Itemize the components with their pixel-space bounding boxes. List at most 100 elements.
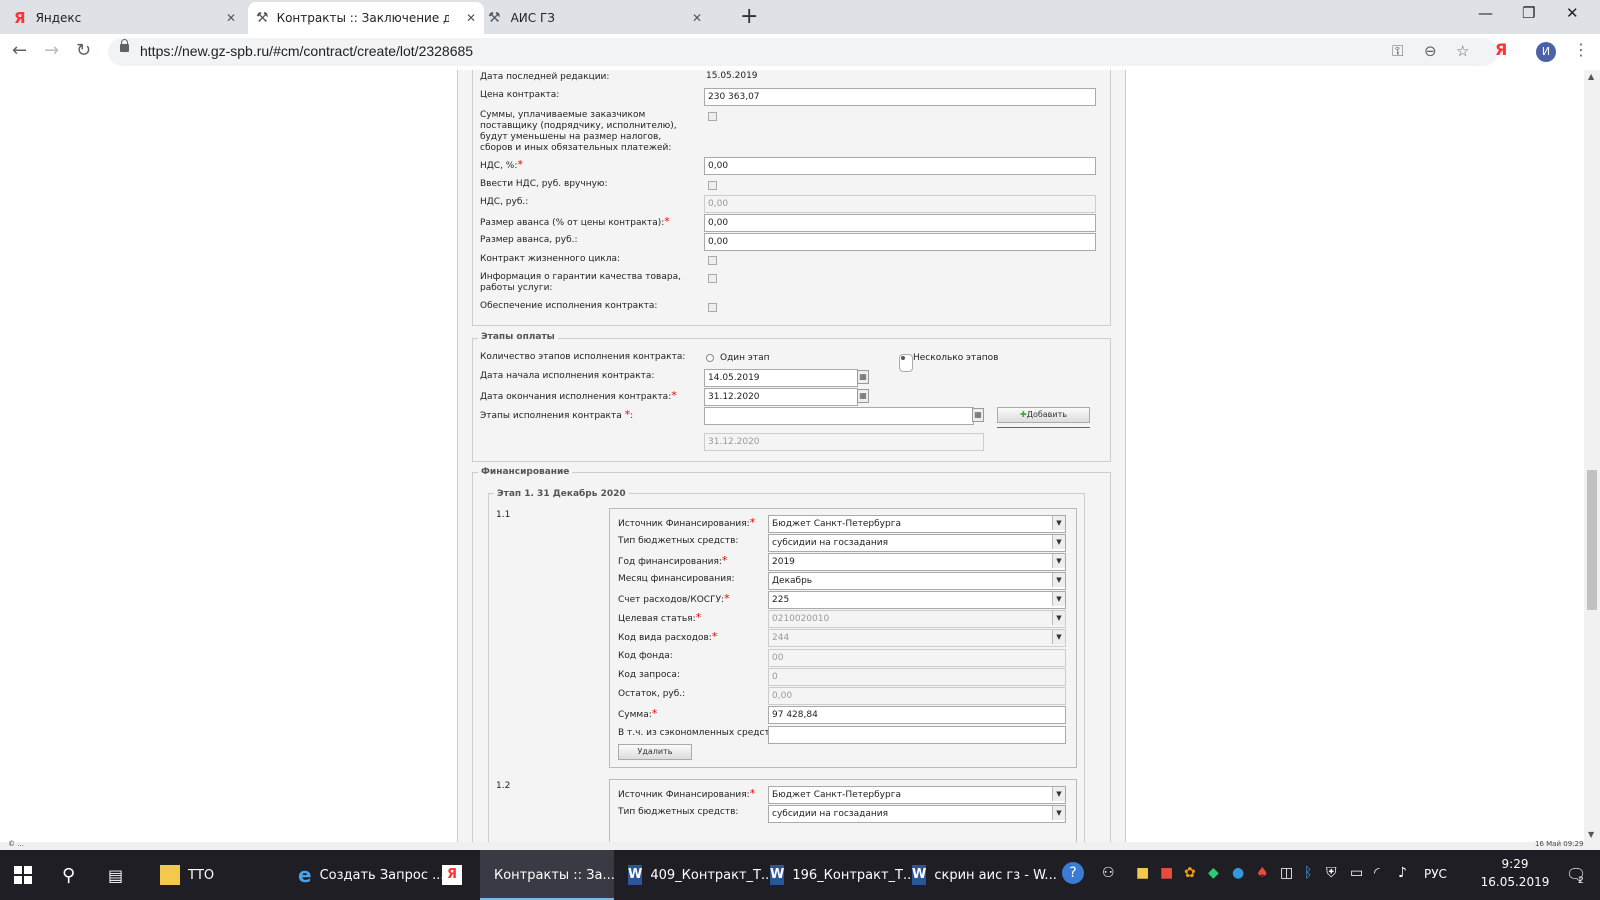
stages-input[interactable]	[704, 407, 974, 425]
tab-contracts[interactable]: ⚒ Контракты :: Заключение догов ✕	[248, 2, 484, 34]
search-icon[interactable]: ⚲	[62, 850, 75, 900]
budget-type-select[interactable]: субсидии на госзадания ▼	[768, 805, 1066, 823]
help-icon[interactable]: ?	[1062, 862, 1084, 884]
tray-app-icon[interactable]: ●	[1232, 865, 1244, 881]
tray-app-icon[interactable]: ■	[1160, 865, 1173, 881]
radio-one-stage[interactable]	[706, 354, 714, 362]
guarantee-checkbox[interactable]	[708, 274, 717, 283]
vat-pct-input[interactable]: 0,00	[704, 157, 1096, 175]
calendar-icon[interactable]: ▦	[857, 370, 869, 384]
close-icon[interactable]: ✕	[692, 11, 702, 25]
close-icon[interactable]: ✕	[466, 11, 476, 25]
avatar[interactable]: И	[1536, 42, 1556, 62]
remainder-input[interactable]: 0,00	[768, 687, 1066, 705]
chevron-down-icon[interactable]: ▼	[1052, 787, 1065, 801]
chevron-down-icon[interactable]: ▼	[1052, 630, 1065, 644]
source-select[interactable]: Бюджет Санкт-Петербурга ▼	[768, 515, 1066, 533]
wifi-icon[interactable]: ◜	[1374, 865, 1379, 881]
taxes-checkbox[interactable]	[708, 112, 717, 121]
battery-icon[interactable]: ▭	[1350, 865, 1363, 881]
tab-yandex[interactable]: Я Яндекс ✕	[14, 2, 244, 34]
chevron-down-icon[interactable]: ▼	[1052, 806, 1065, 820]
reload-icon[interactable]: ↻	[76, 40, 91, 61]
forward-icon[interactable]: →	[44, 40, 59, 61]
close-window-icon[interactable]: ✕	[1566, 4, 1579, 22]
scroll-up-icon[interactable]: ▲	[1588, 72, 1594, 81]
clock[interactable]: 9:29 16.05.2019	[1470, 855, 1560, 891]
menu-icon[interactable]: ⋮	[1573, 40, 1589, 59]
chevron-down-icon[interactable]: ▼	[1052, 611, 1065, 625]
chevron-down-icon[interactable]: ▼	[1052, 516, 1065, 530]
tray-app-icon[interactable]: ♠	[1256, 865, 1269, 881]
radio-many-stages[interactable]	[899, 354, 913, 372]
budget-type-select[interactable]: субсидии на госзадания ▼	[768, 534, 1066, 552]
vat-manual-checkbox[interactable]	[708, 181, 717, 190]
calendar-icon[interactable]: ▦	[972, 408, 984, 422]
chevron-down-icon[interactable]: ▼	[1052, 554, 1065, 568]
target-select[interactable]: 0210020010 ▼	[768, 610, 1066, 628]
advance-rub-input[interactable]: 0,00	[704, 233, 1096, 251]
restore-icon[interactable]: ❐	[1522, 4, 1535, 22]
scrollbar-thumb[interactable]	[1587, 470, 1597, 610]
shield-icon[interactable]: ⛨	[1326, 865, 1337, 881]
chevron-down-icon[interactable]: ▼	[1052, 592, 1065, 606]
source-select[interactable]: Бюджет Санкт-Петербурга ▼	[768, 786, 1066, 804]
savings-input[interactable]	[768, 726, 1066, 744]
taskbar-item-word3[interactable]: W скрин аис гз - W...	[906, 850, 1057, 900]
taskbar-item-yandex[interactable]: Я	[434, 850, 474, 900]
clock-date: 16.05.2019	[1480, 875, 1550, 889]
start-date-input[interactable]: 14.05.2019	[704, 369, 858, 387]
price-input[interactable]: 230 363,07	[704, 88, 1096, 106]
request-input[interactable]: 0	[768, 668, 1066, 686]
security-checkbox[interactable]	[708, 303, 717, 312]
task-view-icon[interactable]: ▤	[108, 850, 123, 900]
advance-pct-input[interactable]: 0,00	[704, 214, 1096, 232]
lock-icon	[120, 39, 129, 52]
start-button[interactable]	[14, 850, 32, 900]
omnibox[interactable]: https://new.gz-spb.ru/#cm/contract/creat…	[108, 38, 1498, 66]
page-content: Дата последней редакции: 15.05.2019 Цена…	[0, 70, 1584, 842]
end-date-input[interactable]: 31.12.2020	[704, 388, 858, 406]
new-tab-button[interactable]: +	[740, 4, 758, 29]
calendar-icon[interactable]: ▦	[857, 389, 869, 403]
language-indicator[interactable]: РУС	[1424, 867, 1447, 881]
bluetooth-icon[interactable]: ᛒ	[1304, 865, 1312, 881]
vertical-scrollbar[interactable]: ▲ ▼	[1584, 70, 1600, 842]
last-edit-value: 15.05.2019	[706, 71, 758, 81]
lifecycle-checkbox[interactable]	[708, 256, 717, 265]
taskbar-item-ie[interactable]: e Создать Запрос ...	[292, 850, 445, 900]
zoom-icon[interactable]: ⊖	[1424, 42, 1437, 60]
volume-icon[interactable]: ♪	[1398, 865, 1407, 881]
chevron-down-icon[interactable]: ▼	[1052, 573, 1065, 587]
tray-app-icon[interactable]: ◫	[1280, 865, 1293, 881]
kvr-select[interactable]: 244 ▼	[768, 629, 1066, 647]
url-text[interactable]: https://new.gz-spb.ru/#cm/contract/creat…	[140, 43, 473, 59]
taskbar-item-chrome[interactable]: Контракты :: За...	[480, 850, 615, 900]
close-icon[interactable]: ✕	[226, 11, 236, 25]
taskbar-item-word1[interactable]: W 409_Контракт_Т...	[622, 850, 773, 900]
fund-input[interactable]: 00	[768, 649, 1066, 667]
year-select[interactable]: 2019 ▼	[768, 553, 1066, 571]
taskbar-item-tto[interactable]: ТТО	[152, 850, 282, 900]
taskbar-item-word2[interactable]: W 196_Контракт_Т...	[764, 850, 915, 900]
tray-app-icon[interactable]: ✿	[1184, 865, 1196, 881]
chevron-down-icon[interactable]: ▼	[1052, 535, 1065, 549]
month-select[interactable]: Декабрь ▼	[768, 572, 1066, 590]
add-stage-button[interactable]: ✚Добавить	[997, 407, 1090, 423]
back-icon[interactable]: ←	[12, 40, 27, 61]
minimize-icon[interactable]: —	[1478, 4, 1493, 22]
tray-app-icon[interactable]: ■	[1136, 865, 1149, 881]
people-icon[interactable]: ⚇	[1102, 865, 1115, 881]
key-icon[interactable]: ⚿	[1392, 42, 1403, 60]
delete-button[interactable]: Удалить	[618, 744, 692, 760]
vat-rub-label: НДС, руб.:	[480, 197, 529, 207]
vat-rub-input[interactable]: 0,00	[704, 195, 1096, 213]
account-select[interactable]: 225 ▼	[768, 591, 1066, 609]
sum-input[interactable]: 97 428,84	[768, 706, 1066, 724]
vat-pct-label: НДС, %:*	[480, 158, 523, 171]
tray-app-icon[interactable]: ◆	[1208, 865, 1219, 881]
star-icon[interactable]: ☆	[1456, 42, 1469, 60]
scroll-down-icon[interactable]: ▼	[1588, 830, 1594, 839]
tab-ais-gz[interactable]: ⚒ АИС ГЗ ✕	[488, 2, 710, 34]
yandex-extension-icon[interactable]: Я	[1495, 40, 1507, 59]
